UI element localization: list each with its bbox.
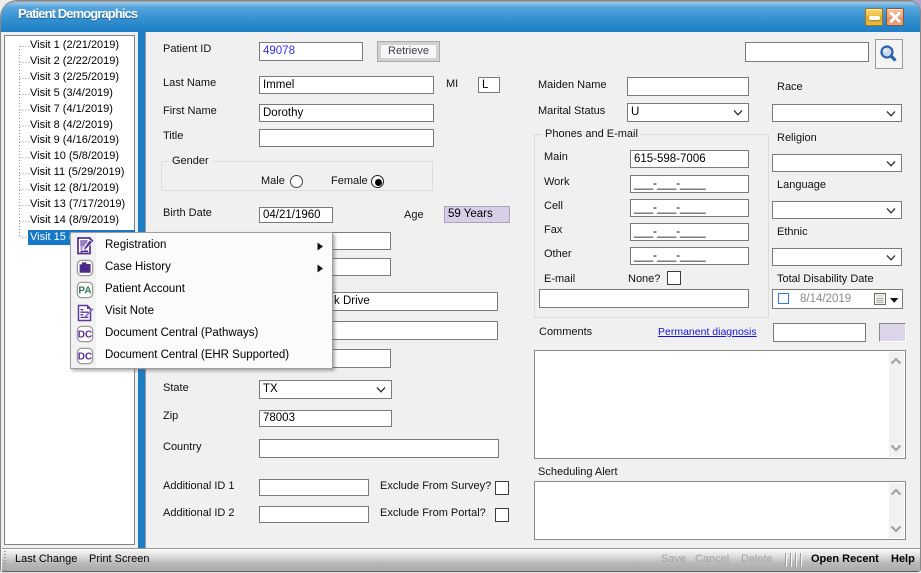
svg-text:PA: PA bbox=[78, 286, 91, 297]
svg-text:DC: DC bbox=[78, 330, 92, 341]
svg-text:DC: DC bbox=[78, 352, 92, 363]
